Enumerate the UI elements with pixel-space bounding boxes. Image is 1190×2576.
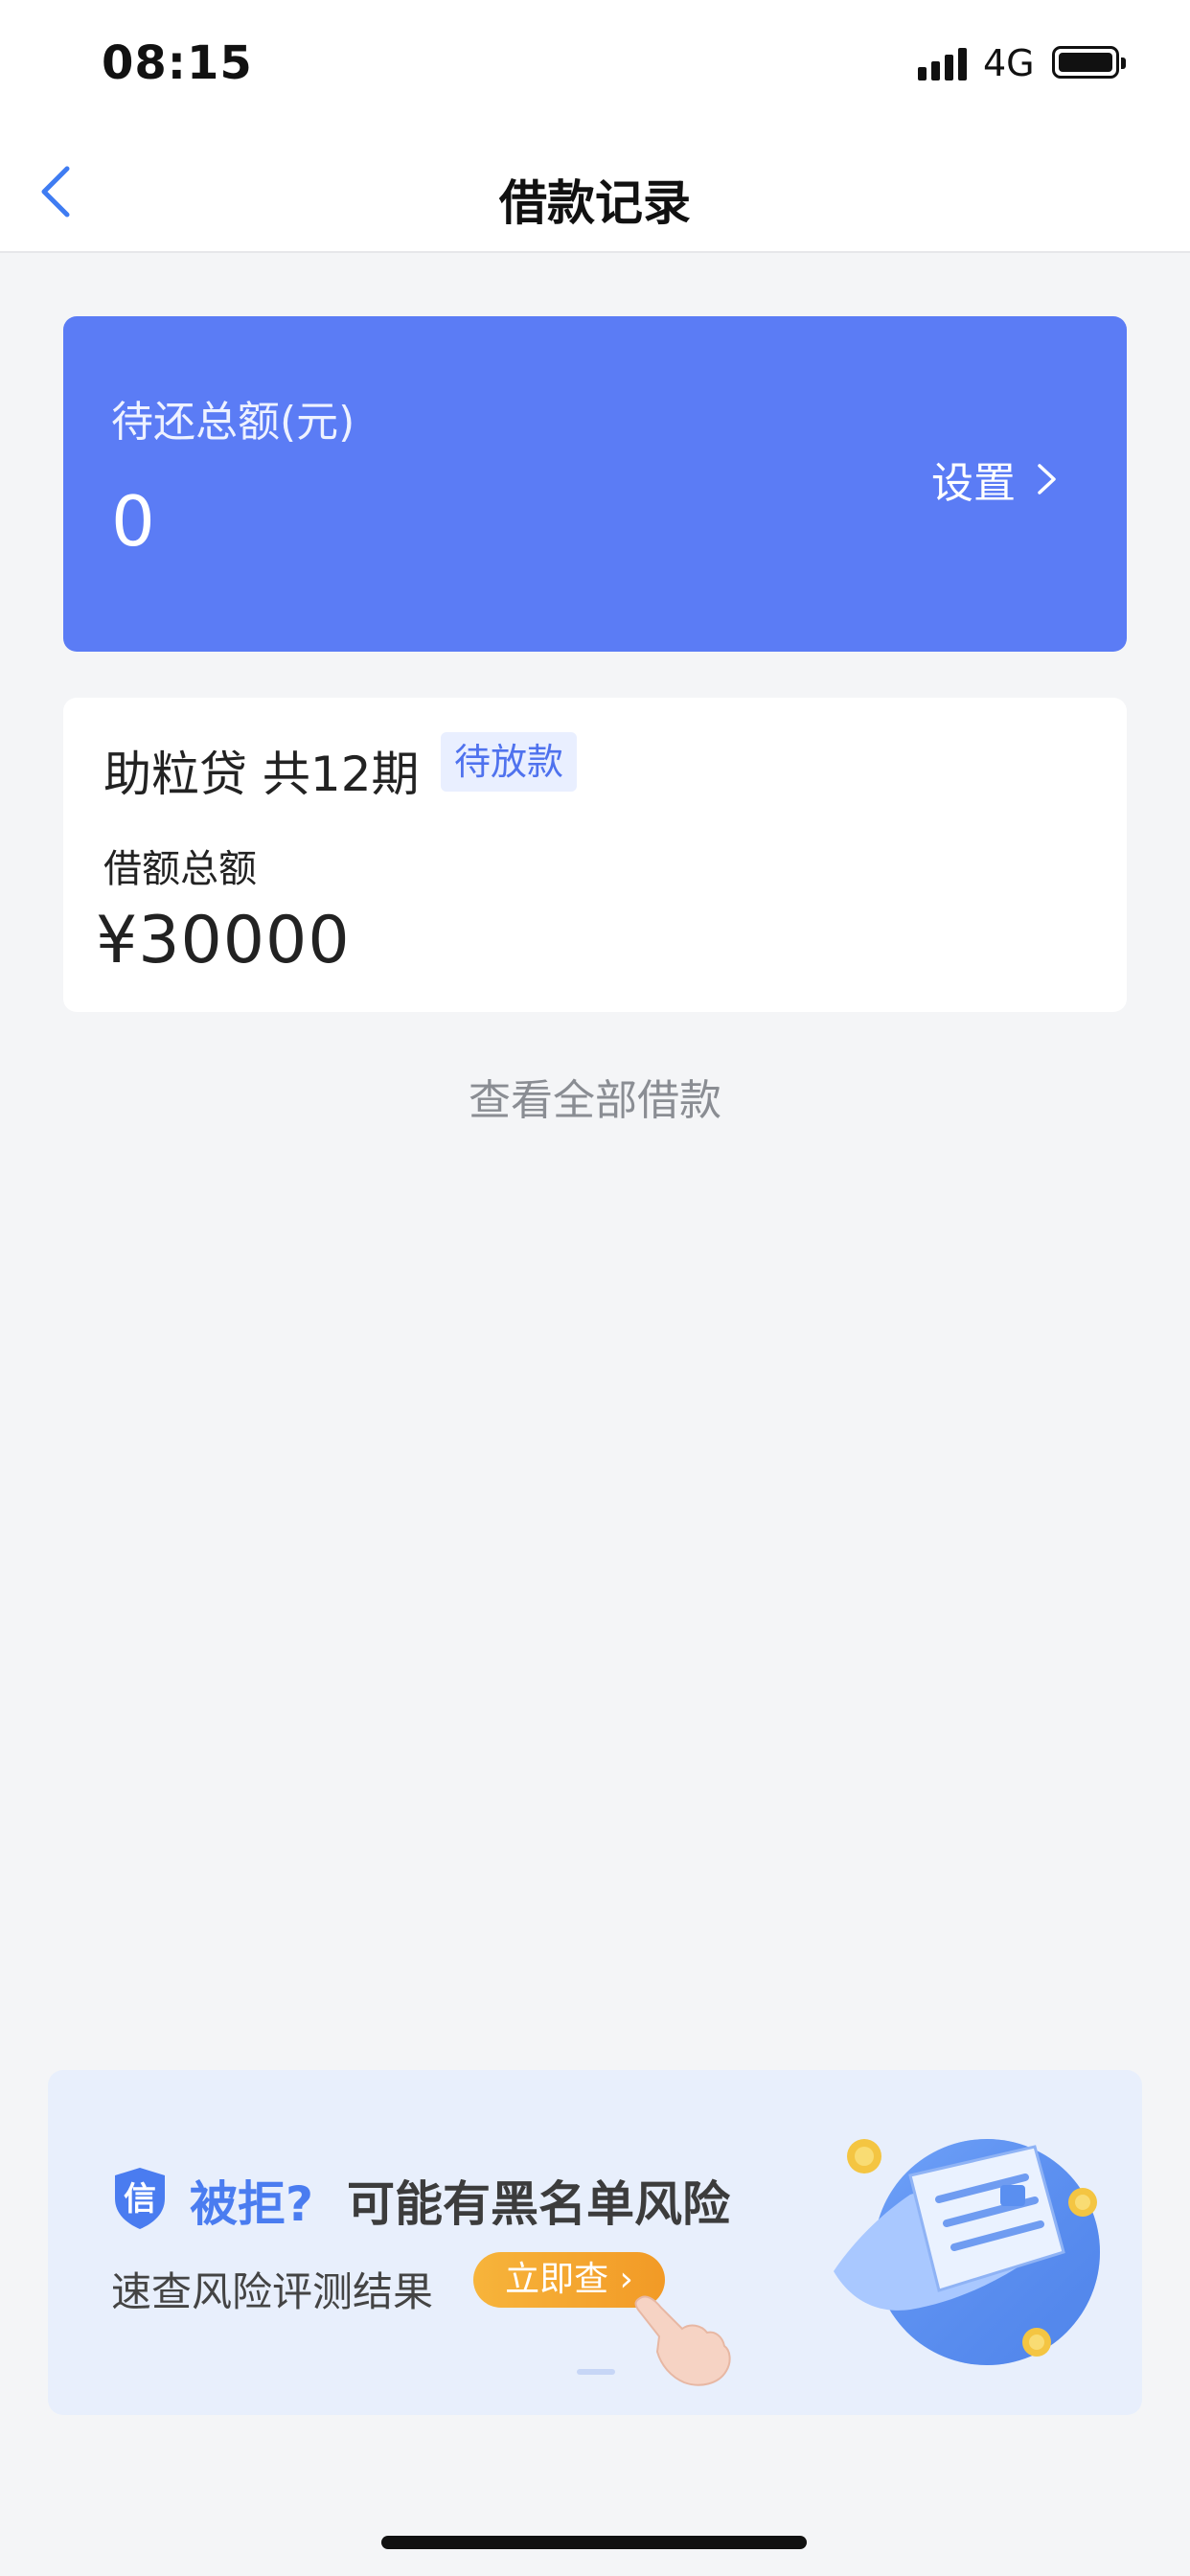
status-time: 08:15 — [102, 36, 253, 90]
check-now-label: 立即查 — [505, 2260, 609, 2299]
document-illustration-icon — [834, 2139, 1100, 2365]
loan-status-badge: 待放款 — [441, 732, 578, 792]
pending-total-label: 待还总额(元) — [111, 398, 355, 447]
loan-amount-label: 借额总额 — [103, 847, 257, 891]
banner-subtitle: 速查风险评测结果 — [111, 2268, 434, 2315]
network-type: 4G — [983, 42, 1035, 84]
repayment-summary-card: 待还总额(元) 0 设置 — [63, 316, 1127, 652]
loan-card[interactable]: 助粒贷 共12期 待放款 借额总额 ¥30000 — [63, 698, 1127, 1012]
settings-button[interactable]: 设置 — [931, 448, 1060, 510]
risk-check-banner[interactable]: 信 被拒? 可能有黑名单风险 速查风险评测结果 立即查 › — [48, 2070, 1142, 2415]
carousel-indicator — [577, 2369, 615, 2375]
view-all-loans-link[interactable]: 查看全部借款 — [0, 1066, 1190, 1127]
banner-title: 可能有黑名单风险 — [347, 2176, 730, 2232]
page-title: 借款记录 — [499, 175, 691, 231]
chevron-right-icon — [1038, 464, 1056, 494]
home-indicator — [381, 2536, 807, 2549]
shield-icon: 信 — [115, 2168, 165, 2229]
loan-product-name: 助粒贷 共12期 — [103, 747, 420, 802]
pointing-hand-icon — [634, 2295, 731, 2386]
loan-amount: ¥30000 — [96, 903, 351, 978]
banner-title-highlight: 被拒? — [190, 2176, 314, 2232]
signal-icon — [918, 46, 968, 80]
settings-label: 设置 — [931, 459, 1016, 508]
pending-total-amount: 0 — [111, 481, 155, 562]
svg-text:信: 信 — [124, 2180, 156, 2219]
status-bar: 08:15 4G — [0, 0, 1190, 125]
nav-bar: 借款记录 — [0, 125, 1190, 253]
battery-icon — [1052, 46, 1126, 79]
